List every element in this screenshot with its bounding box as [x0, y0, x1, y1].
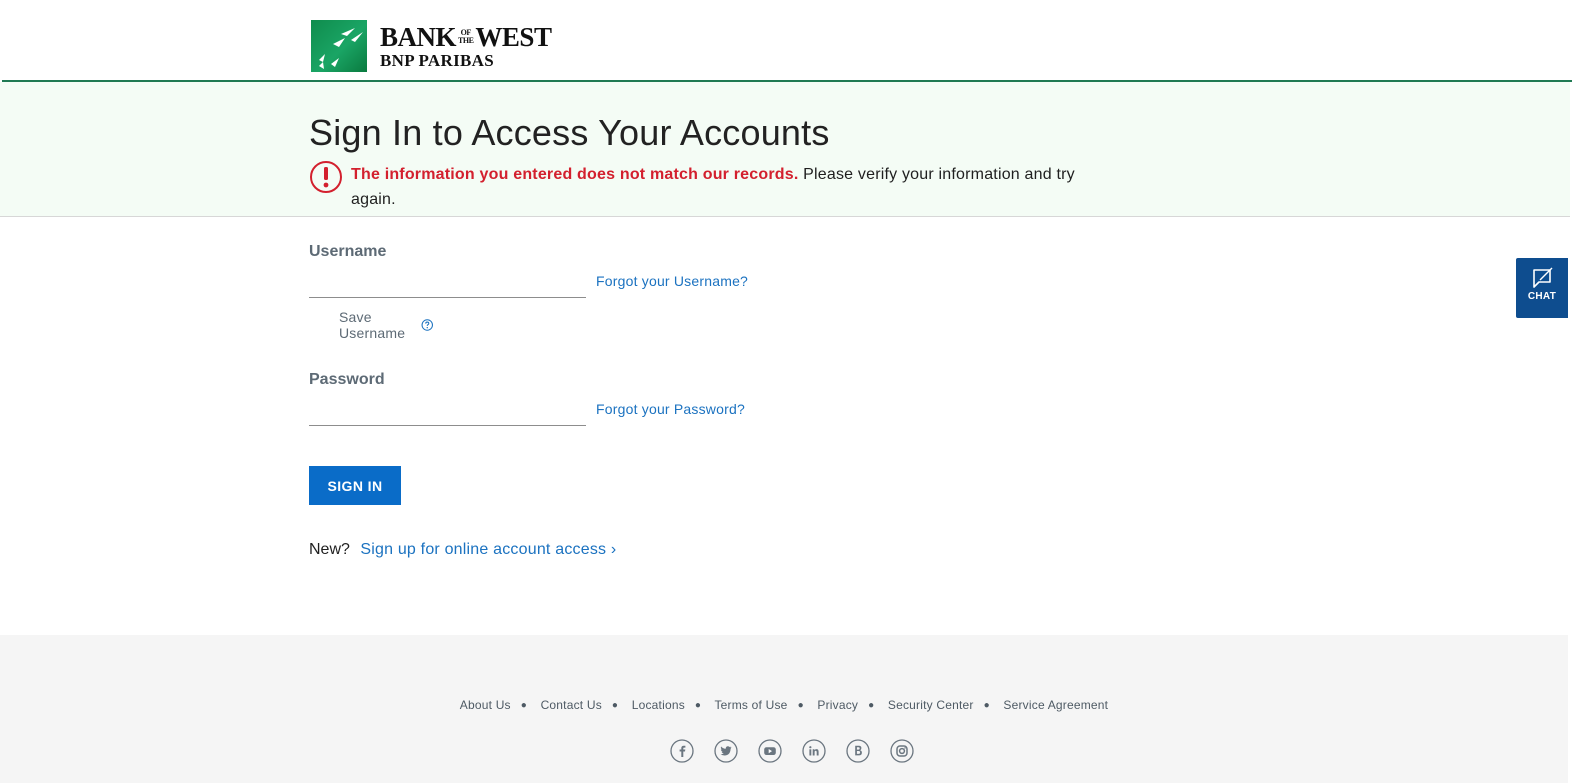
instagram-icon[interactable] [890, 739, 914, 763]
forgot-password-link[interactable]: Forgot your Password? [596, 401, 745, 417]
footer-links: About Us ● Contact Us ● Locations ● Terms o… [0, 698, 1568, 712]
save-username-label: Save Username [339, 309, 406, 341]
bank-of-the-west-logo[interactable]: BANK OF THE WEST BNP PARIBAS [311, 20, 552, 72]
logo-west-text: WEST [475, 21, 552, 52]
footer-link-security-center[interactable]: Security Center [888, 698, 974, 712]
footer-link-terms-of-use[interactable]: Terms of Use [714, 698, 787, 712]
youtube-icon[interactable] [758, 739, 782, 763]
logo-wordmark: BANK OF THE WEST BNP PARIBAS [380, 21, 552, 70]
footer-separator: ● [611, 700, 619, 711]
username-label: Username [309, 243, 387, 260]
footer-separator: ● [868, 700, 875, 711]
logo-ofthe-text: OF THE [458, 28, 474, 45]
twitter-icon[interactable] [714, 739, 738, 763]
username-input[interactable] [309, 269, 586, 298]
footer-link-about-us[interactable]: About Us [460, 698, 511, 712]
chat-button[interactable]: CHAT [1516, 258, 1568, 318]
signin-banner: Sign In to Access Your Accounts The info… [0, 82, 1570, 217]
forgot-username-link[interactable]: Forgot your Username? [596, 273, 748, 289]
sign-in-button[interactable]: SIGN IN [309, 466, 401, 505]
help-icon[interactable] [421, 316, 434, 334]
new-label: New? [309, 541, 350, 558]
site-header: BANK OF THE WEST BNP PARIBAS [2, 0, 1572, 82]
footer-link-contact-us[interactable]: Contact Us [541, 698, 602, 712]
password-input[interactable] [309, 397, 586, 426]
bnp-stars-logo-icon [311, 20, 367, 72]
facebook-icon[interactable] [670, 739, 694, 763]
error-strong-text: The information you entered does not mat… [351, 166, 799, 183]
signup-link[interactable]: Sign up for online account access › [360, 541, 616, 558]
logo-bank-text: BANK [380, 21, 457, 52]
footer-separator: ● [520, 700, 528, 711]
chat-icon [1533, 267, 1553, 288]
footer-link-privacy[interactable]: Privacy [817, 698, 858, 712]
footer-link-service-agreement[interactable]: Service Agreement [1003, 698, 1108, 712]
linkedin-icon[interactable] [802, 739, 826, 763]
error-text: The information you entered does not mat… [351, 162, 1089, 212]
blog-icon[interactable] [846, 739, 870, 763]
alert-icon [310, 161, 342, 193]
footer-separator: ● [797, 700, 804, 711]
social-links [670, 739, 934, 763]
error-message: The information you entered does not mat… [309, 161, 1089, 212]
password-label: Password [309, 371, 385, 388]
save-username-row[interactable]: Save Username [339, 309, 433, 341]
footer-separator: ● [694, 700, 702, 711]
new-user-row: New? Sign up for online account access › [309, 541, 616, 559]
logo-bnp-paribas-text: BNP PARIBAS [380, 50, 494, 70]
site-footer: About Us ● Contact Us ● Locations ● Terms o… [0, 635, 1568, 783]
footer-link-locations[interactable]: Locations [632, 698, 685, 712]
chat-label: CHAT [1527, 291, 1557, 302]
page-title: Sign In to Access Your Accounts [309, 112, 830, 153]
footer-separator: ● [983, 700, 990, 711]
